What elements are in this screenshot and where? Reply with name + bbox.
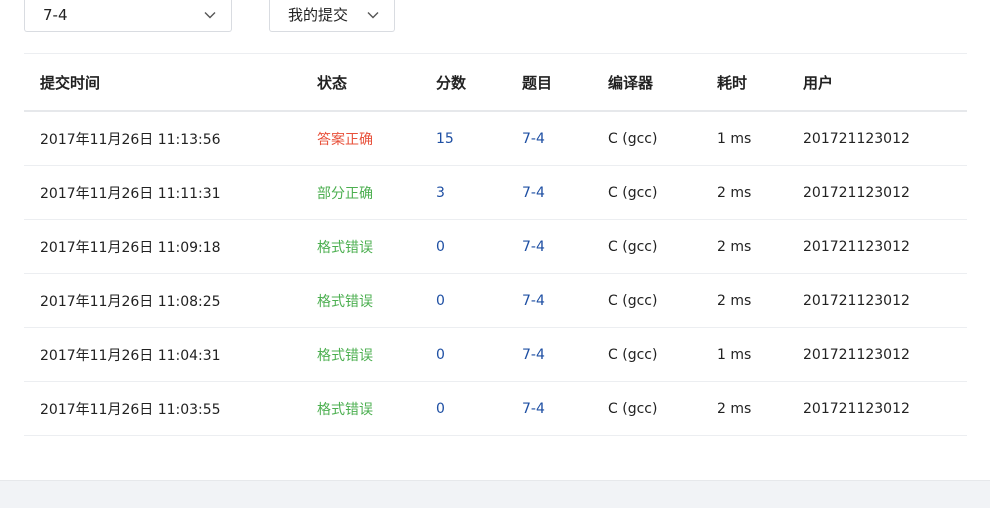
table-row: 2017年11月26日 11:03:55 格式错误 0 7-4 C (gcc) … xyxy=(24,381,967,436)
submission-problem-link[interactable]: 7-4 xyxy=(506,327,592,382)
column-header-user: 用户 xyxy=(803,73,834,92)
submission-duration: 1 ms xyxy=(701,327,787,382)
submission-user: 201721123012 xyxy=(787,219,967,274)
submission-user: 201721123012 xyxy=(787,165,967,220)
submission-duration: 2 ms xyxy=(701,219,787,274)
submission-compiler: C (gcc) xyxy=(592,111,701,166)
submission-compiler: C (gcc) xyxy=(592,165,701,220)
submission-time: 2017年11月26日 11:11:31 xyxy=(24,165,301,220)
submission-score[interactable]: 0 xyxy=(420,381,506,436)
submission-problem-link[interactable]: 7-4 xyxy=(506,381,592,436)
submission-time: 2017年11月26日 11:13:56 xyxy=(24,111,301,166)
table-row: 2017年11月26日 11:04:31 格式错误 0 7-4 C (gcc) … xyxy=(24,327,967,382)
submission-user: 201721123012 xyxy=(787,327,967,382)
submission-score[interactable]: 15 xyxy=(420,111,506,166)
submission-score[interactable]: 3 xyxy=(420,165,506,220)
table-row: 2017年11月26日 11:13:56 答案正确 15 7-4 C (gcc)… xyxy=(24,111,967,166)
problem-select-value: 7-4 xyxy=(43,5,68,24)
submission-duration: 2 ms xyxy=(701,165,787,220)
submission-user: 201721123012 xyxy=(787,273,967,328)
submissions-page: 7-4 我的提交 提交时间 状态 分数 题目 编译器 耗时 用户 2017年11… xyxy=(0,0,990,508)
column-header-status: 状态 xyxy=(317,73,348,92)
submission-problem-link[interactable]: 7-4 xyxy=(506,165,592,220)
column-header-problem: 题目 xyxy=(522,73,553,92)
submission-time: 2017年11月26日 11:08:25 xyxy=(24,273,301,328)
submission-score[interactable]: 0 xyxy=(420,219,506,274)
table-row: 2017年11月26日 11:08:25 格式错误 0 7-4 C (gcc) … xyxy=(24,273,967,328)
submission-score[interactable]: 0 xyxy=(420,327,506,382)
submission-time: 2017年11月26日 11:09:18 xyxy=(24,219,301,274)
submission-score[interactable]: 0 xyxy=(420,273,506,328)
submission-problem-link[interactable]: 7-4 xyxy=(506,273,592,328)
submission-user: 201721123012 xyxy=(787,111,967,166)
submission-status[interactable]: 部分正确 xyxy=(301,165,420,220)
submission-compiler: C (gcc) xyxy=(592,219,701,274)
submission-compiler: C (gcc) xyxy=(592,381,701,436)
submissions-table-container: 提交时间 状态 分数 题目 编译器 耗时 用户 2017年11月26日 11:1… xyxy=(24,53,967,436)
table-header-row: 提交时间 状态 分数 题目 编译器 耗时 用户 xyxy=(24,53,967,111)
submission-compiler: C (gcc) xyxy=(592,327,701,382)
submission-user: 201721123012 xyxy=(787,381,967,436)
submission-problem-link[interactable]: 7-4 xyxy=(506,111,592,166)
page-footer-background xyxy=(0,480,990,508)
table-row: 2017年11月26日 11:11:31 部分正确 3 7-4 C (gcc) … xyxy=(24,165,967,220)
submission-duration: 1 ms xyxy=(701,111,787,166)
column-header-compiler: 编译器 xyxy=(608,73,654,92)
submission-compiler: C (gcc) xyxy=(592,273,701,328)
submission-status[interactable]: 格式错误 xyxy=(301,219,420,274)
chevron-down-icon xyxy=(204,11,216,18)
column-header-time: 提交时间 xyxy=(40,73,101,92)
scope-select-value: 我的提交 xyxy=(288,6,349,24)
submission-status[interactable]: 格式错误 xyxy=(301,381,420,436)
submission-status[interactable]: 答案正确 xyxy=(301,111,420,166)
table-row: 2017年11月26日 11:09:18 格式错误 0 7-4 C (gcc) … xyxy=(24,219,967,274)
chevron-down-icon xyxy=(367,11,379,18)
table-header: 提交时间 状态 分数 题目 编译器 耗时 用户 xyxy=(24,53,967,111)
column-header-duration: 耗时 xyxy=(717,73,748,92)
problem-select[interactable]: 7-4 xyxy=(24,0,232,32)
table-body: 2017年11月26日 11:13:56 答案正确 15 7-4 C (gcc)… xyxy=(24,111,967,436)
submission-duration: 2 ms xyxy=(701,273,787,328)
scope-select[interactable]: 我的提交 xyxy=(269,0,395,32)
submission-status[interactable]: 格式错误 xyxy=(301,327,420,382)
submission-duration: 2 ms xyxy=(701,381,787,436)
submission-status[interactable]: 格式错误 xyxy=(301,273,420,328)
submission-time: 2017年11月26日 11:03:55 xyxy=(24,381,301,436)
submission-time: 2017年11月26日 11:04:31 xyxy=(24,327,301,382)
submission-problem-link[interactable]: 7-4 xyxy=(506,219,592,274)
column-header-score: 分数 xyxy=(436,73,467,92)
submissions-table: 提交时间 状态 分数 题目 编译器 耗时 用户 2017年11月26日 11:1… xyxy=(24,53,967,436)
